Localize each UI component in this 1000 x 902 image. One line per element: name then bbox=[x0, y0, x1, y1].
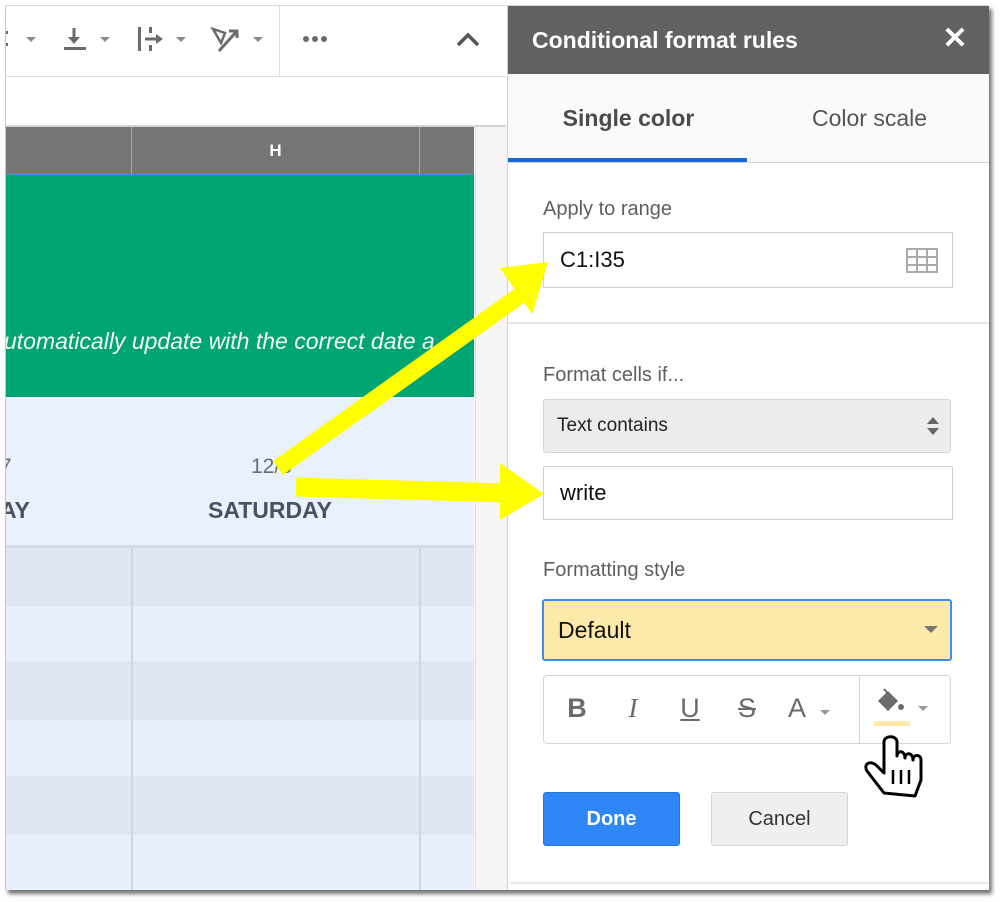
condition-value-input[interactable]: write bbox=[543, 466, 953, 520]
chevron-down-icon bbox=[26, 36, 36, 42]
text-wrapping-icon bbox=[138, 27, 163, 51]
day-number: 12/3 bbox=[251, 455, 292, 478]
bold-button[interactable]: B bbox=[562, 688, 592, 728]
chevron-down-icon bbox=[918, 705, 928, 711]
format-cells-label: Format cells if... bbox=[543, 364, 685, 386]
panel-title: Conditional format rules bbox=[532, 27, 798, 53]
column-divider bbox=[419, 548, 421, 890]
day-number: 7 bbox=[6, 455, 12, 479]
table-row[interactable] bbox=[6, 661, 474, 720]
text-rotation-button[interactable] bbox=[209, 24, 263, 54]
close-icon[interactable]: ✕ bbox=[942, 24, 968, 54]
chevron-up-icon bbox=[456, 32, 480, 47]
table-row[interactable] bbox=[6, 606, 474, 661]
text-color-icon: A bbox=[788, 692, 807, 723]
more-icon bbox=[303, 36, 327, 42]
toolbar-divider bbox=[279, 6, 280, 76]
table-row[interactable] bbox=[6, 720, 474, 776]
strikethrough-button[interactable]: S bbox=[732, 688, 762, 728]
vertical-align-button[interactable] bbox=[62, 24, 110, 54]
formatting-style-value: Default bbox=[558, 616, 631, 643]
tab-bar: Single color Color scale bbox=[508, 74, 989, 163]
vertical-scrollbar[interactable] bbox=[475, 127, 508, 890]
conditional-format-panel: Conditional format rules ✕ Single color … bbox=[507, 6, 989, 890]
section-divider bbox=[510, 882, 988, 884]
day-name: SATURDAY bbox=[208, 497, 332, 523]
apply-range-label: Apply to range bbox=[543, 198, 672, 220]
condition-value: Text contains bbox=[557, 415, 668, 436]
format-toolbar: B I U S A bbox=[543, 675, 951, 744]
range-input[interactable]: C1:I35 bbox=[543, 232, 953, 288]
align-partial-icon bbox=[6, 31, 8, 46]
table-row[interactable] bbox=[6, 776, 474, 835]
day-name: AY bbox=[6, 497, 30, 523]
done-button[interactable]: Done bbox=[543, 792, 680, 846]
banner-text: utomatically update with the correct dat… bbox=[6, 328, 435, 354]
tab-single-color[interactable]: Single color bbox=[508, 74, 749, 162]
column-header-row: H bbox=[6, 127, 474, 176]
day-header-row[interactable]: 7 AY 12/3 SATURDAY bbox=[6, 397, 474, 548]
toolbar bbox=[6, 6, 506, 77]
collapse-toolbar-button[interactable] bbox=[456, 24, 480, 54]
paint-bucket-icon bbox=[874, 688, 910, 726]
column-header-h[interactable]: H bbox=[132, 127, 420, 174]
cancel-button[interactable]: Cancel bbox=[711, 792, 848, 846]
panel-header: Conditional format rules ✕ bbox=[508, 6, 989, 74]
text-color-button[interactable]: A bbox=[788, 688, 848, 728]
table-row[interactable] bbox=[6, 835, 474, 890]
italic-button[interactable]: I bbox=[618, 688, 648, 728]
formatting-style-label: Formatting style bbox=[543, 559, 686, 581]
window: H utomatically update with the correct d… bbox=[5, 5, 989, 890]
table-row[interactable] bbox=[6, 548, 474, 606]
more-button[interactable] bbox=[302, 24, 328, 54]
formula-bar[interactable] bbox=[6, 77, 506, 127]
chevron-down-icon bbox=[820, 709, 831, 715]
formatting-style-select[interactable]: Default bbox=[542, 599, 952, 661]
vertical-align-bottom-icon bbox=[64, 28, 86, 50]
column-divider bbox=[131, 548, 133, 890]
condition-input-text: write bbox=[560, 480, 607, 505]
chevron-down-icon bbox=[253, 36, 263, 42]
range-value: C1:I35 bbox=[560, 247, 625, 272]
column-header-i[interactable] bbox=[420, 127, 474, 174]
chevron-down-icon bbox=[176, 36, 186, 42]
updown-arrows-icon bbox=[927, 417, 939, 435]
column-header-g[interactable] bbox=[6, 127, 132, 174]
text-rotation-icon bbox=[210, 26, 239, 53]
condition-select[interactable]: Text contains bbox=[543, 399, 951, 453]
chevron-down-icon bbox=[100, 36, 110, 42]
fill-color-button[interactable] bbox=[872, 688, 938, 728]
align-partial-button[interactable] bbox=[6, 24, 36, 54]
text-wrapping-button[interactable] bbox=[136, 24, 186, 54]
tab-color-scale[interactable]: Color scale bbox=[749, 74, 989, 162]
chevron-down-icon bbox=[924, 626, 938, 633]
format-toolbar-divider bbox=[859, 676, 860, 743]
grid-select-icon[interactable] bbox=[906, 248, 938, 273]
section-divider bbox=[508, 322, 989, 324]
header-banner-cell[interactable]: utomatically update with the correct dat… bbox=[6, 175, 474, 397]
underline-button[interactable]: U bbox=[675, 688, 705, 728]
